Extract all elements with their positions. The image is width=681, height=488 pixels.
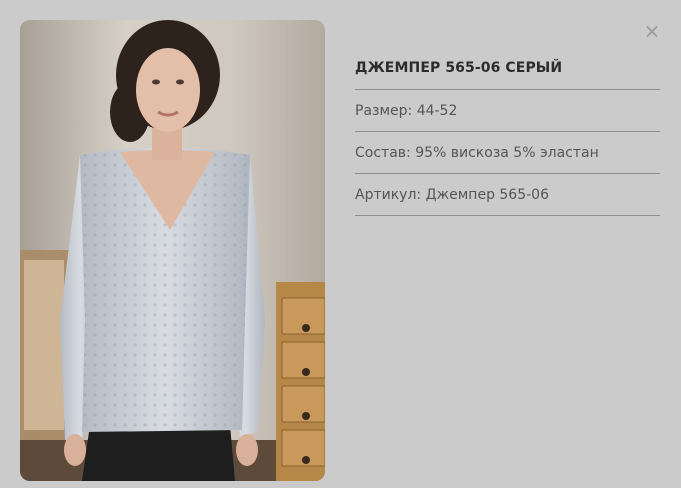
- product-size: Размер: 44-52: [355, 90, 660, 132]
- product-title: ДЖЕМПЕР 565-06 СЕРЫЙ: [355, 48, 660, 90]
- product-quick-view-modal: × ДЖЕМПЕР 565-06 СЕРЫЙ Размер: 44-52 Сос…: [0, 0, 681, 488]
- close-icon[interactable]: ×: [641, 20, 663, 42]
- product-composition: Состав: 95% вискоза 5% эластан: [355, 132, 660, 174]
- product-photo: [20, 20, 325, 481]
- product-article: Артикул: Джемпер 565-06: [355, 174, 660, 216]
- product-info: ДЖЕМПЕР 565-06 СЕРЫЙ Размер: 44-52 Соста…: [355, 48, 660, 216]
